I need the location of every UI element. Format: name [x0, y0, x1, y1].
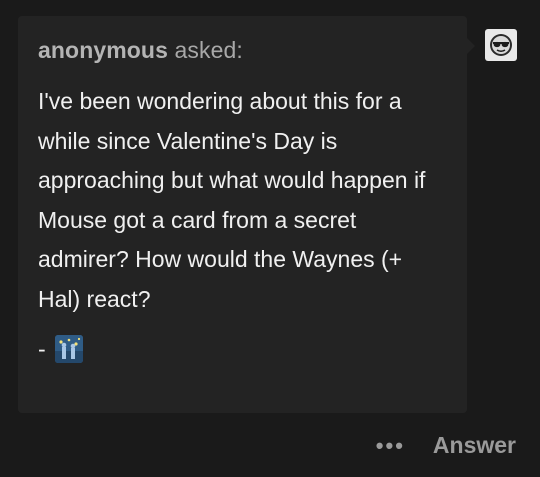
more-options-button[interactable]: ••• — [376, 433, 405, 459]
ask-body: I've been wondering about this for a whi… — [38, 88, 426, 312]
asker-avatar[interactable] — [485, 29, 517, 61]
signature-dash: - — [38, 335, 46, 362]
starry-night-image-icon — [54, 335, 83, 363]
ask-header: anonymous asked: — [38, 36, 447, 64]
asker-name[interactable]: anonymous — [38, 37, 168, 63]
asked-label: asked: — [174, 37, 243, 63]
sunglasses-face-icon — [490, 34, 512, 56]
post-footer: ••• Answer — [376, 432, 516, 459]
signature-line: - — [38, 335, 447, 363]
ask-bubble: anonymous asked: I've been wondering abo… — [18, 16, 475, 413]
answer-button[interactable]: Answer — [433, 432, 516, 459]
bubble-tail — [467, 38, 475, 54]
